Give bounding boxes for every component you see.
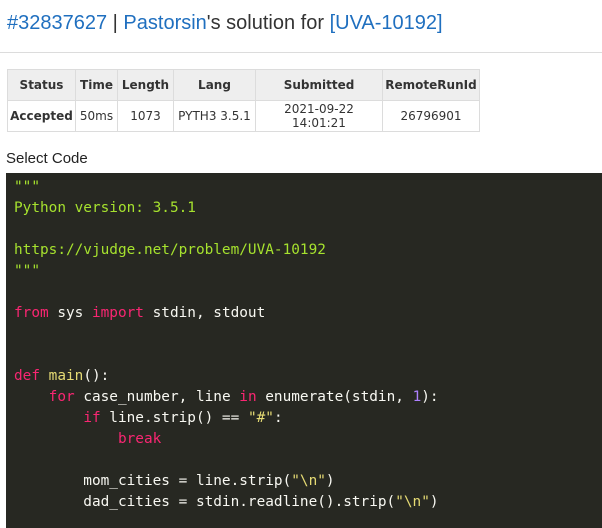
remote-run-id-cell: 26796901 — [382, 100, 480, 132]
table-header-row: Status Time Length Lang Submitted Remote… — [7, 69, 480, 101]
length-cell: 1073 — [117, 100, 174, 132]
code-line: if line.strip() == "#": — [83, 410, 283, 426]
submitted-cell: 2021-09-22 14:01:21 — [255, 100, 383, 132]
code-line: break — [117, 431, 162, 447]
column-header-time: Time — [75, 69, 118, 101]
column-header-submitted: Submitted — [255, 69, 383, 101]
code-line: from sys import stdin, stdout — [14, 305, 266, 321]
title-separator: | — [107, 12, 124, 34]
status-cell: Accepted — [7, 100, 76, 132]
table-row: Accepted 50ms 1073 PYTH3 3.5.1 2021-09-2… — [7, 100, 480, 132]
title-middle-text: 's solution for — [206, 12, 330, 34]
run-id-link[interactable]: #32837627 — [7, 12, 107, 34]
column-header-length: Length — [117, 69, 174, 101]
time-cell: 50ms — [75, 100, 118, 132]
code-line: def main(): — [14, 368, 110, 384]
column-header-remote-run-id: RemoteRunId — [382, 69, 480, 101]
code-line: for case_number, line in enumerate(stdin… — [48, 389, 439, 405]
lang-cell: PYTH3 3.5.1 — [173, 100, 256, 132]
code-line: """ — [14, 179, 40, 195]
select-code-link[interactable]: Select Code — [6, 150, 88, 167]
code-line: https://vjudge.net/problem/UVA-10192 — [14, 242, 326, 258]
header-divider — [0, 52, 602, 53]
code-line: """ — [14, 263, 40, 279]
column-header-status: Status — [7, 69, 76, 101]
column-header-lang: Lang — [173, 69, 256, 101]
problem-link[interactable]: [UVA-10192] — [330, 12, 443, 34]
code-block[interactable]: """ Python version: 3.5.1 https://vjudge… — [6, 173, 602, 513]
code-line: Python version: 3.5.1 — [14, 200, 196, 216]
code-line: mom_cities = line.strip("\n") — [14, 473, 335, 489]
submission-info-table: Status Time Length Lang Submitted Remote… — [7, 69, 480, 132]
code-viewer[interactable]: """ Python version: 3.5.1 https://vjudge… — [6, 173, 602, 528]
page-title: #32837627 | Pastorsin's solution for [UV… — [7, 9, 443, 37]
code-line: dad_cities = stdin.readline().strip("\n"… — [14, 494, 439, 510]
user-link[interactable]: Pastorsin — [123, 12, 206, 34]
